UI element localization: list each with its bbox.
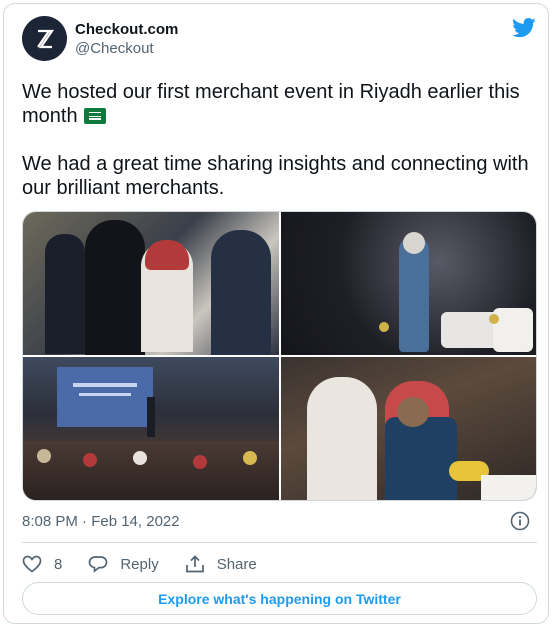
heart-icon <box>22 555 42 573</box>
tweet-actions: 8 Reply Share <box>22 551 283 577</box>
tweet-card: Checkout.com @Checkout We hosted our fir… <box>3 3 549 624</box>
twitter-bird-icon[interactable] <box>512 18 536 43</box>
display-name[interactable]: Checkout.com <box>75 20 178 39</box>
reply-button[interactable]: Reply <box>88 555 159 573</box>
avatar[interactable] <box>22 16 67 61</box>
speaker-on-stage-photo[interactable] <box>280 212 536 355</box>
like-button[interactable]: 8 <box>22 555 62 573</box>
share-icon <box>185 555 204 573</box>
reply-icon <box>88 556 108 573</box>
reply-label: Reply <box>120 555 159 573</box>
tweet-text: We hosted our first merchant event in Ri… <box>22 80 537 200</box>
like-count: 8 <box>54 555 63 573</box>
share-button[interactable]: Share <box>185 555 257 573</box>
saudi-arabia-flag-icon <box>83 108 106 124</box>
tweet-line-2: We had a great time sharing insights and… <box>22 153 529 199</box>
tweet-header: Checkout.com @Checkout <box>22 16 178 61</box>
share-label: Share <box>216 555 257 573</box>
divider <box>22 542 537 543</box>
tweet-timestamp[interactable]: 8:08 PM · Feb 14, 2022 <box>22 513 180 530</box>
author-names: Checkout.com @Checkout <box>75 20 178 58</box>
panel-discussion-photo[interactable] <box>280 357 536 500</box>
info-icon[interactable] <box>510 511 530 536</box>
media-grid <box>22 211 537 501</box>
audience-presentation-photo[interactable] <box>23 357 279 500</box>
explore-twitter-button[interactable]: Explore what's happening on Twitter <box>22 582 537 615</box>
user-handle[interactable]: @Checkout <box>75 39 178 58</box>
checkout-logo-icon <box>36 29 54 48</box>
event-attendees-photo[interactable] <box>23 212 279 355</box>
